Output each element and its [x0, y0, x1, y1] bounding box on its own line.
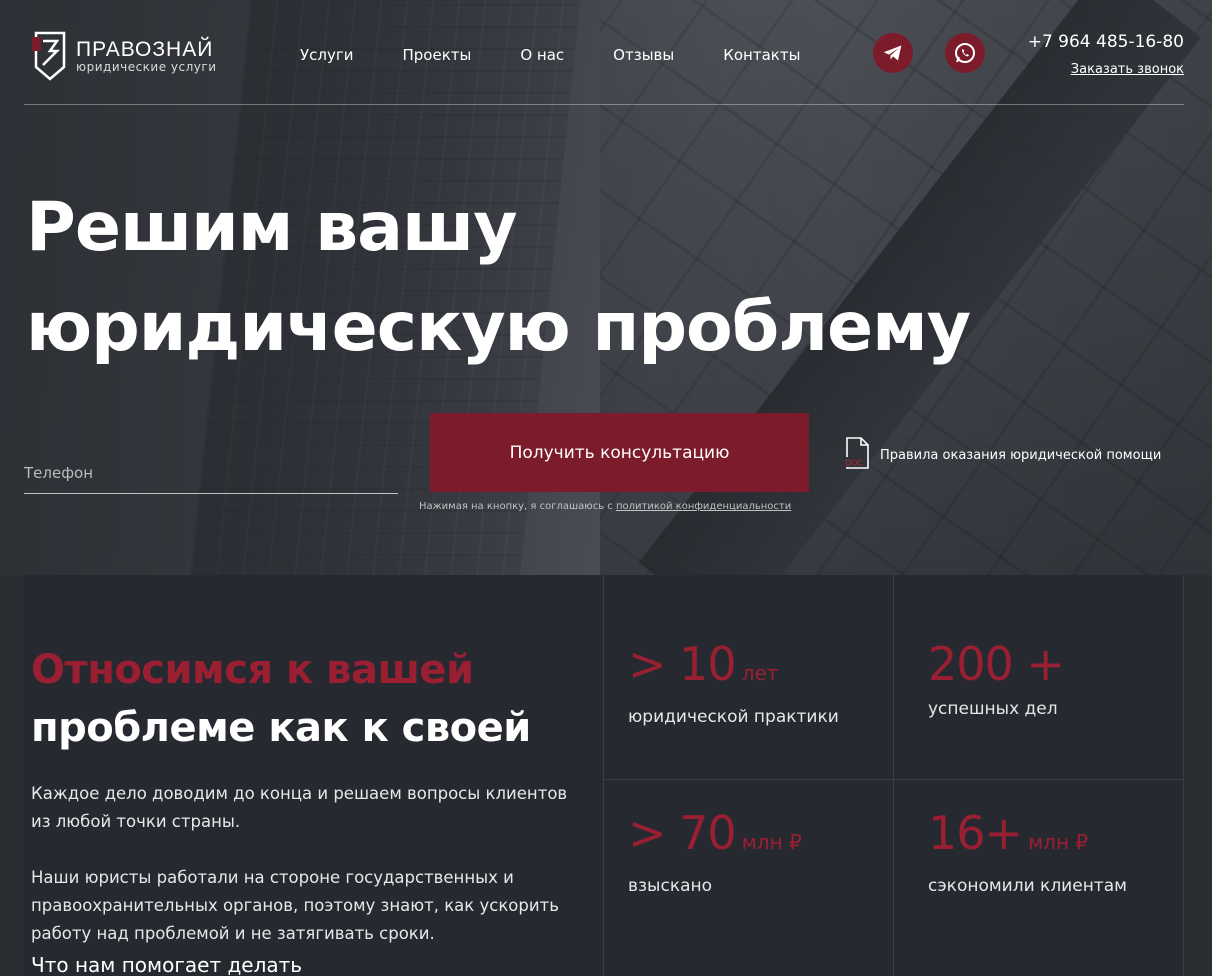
whatsapp-icon: [955, 43, 975, 63]
consent-text: Нажимая на кнопку, я соглашаюсь с: [419, 501, 613, 512]
stat-label: юридической практики: [628, 707, 839, 727]
get-consultation-button[interactable]: Получить консультацию: [430, 413, 809, 492]
privacy-policy-link[interactable]: политикой конфиденциальности: [616, 501, 791, 512]
stat-label: сэкономили клиентам: [928, 876, 1127, 896]
stat-value-row: 200 +: [928, 637, 1065, 691]
document-icon: DOC: [844, 437, 869, 469]
stat-recovered: > 70 млн ₽ взыскано: [628, 808, 802, 896]
callback-link[interactable]: Заказать звонок: [1071, 62, 1184, 77]
about-title-red: Относимся к вашей: [31, 647, 474, 693]
header-divider: [24, 104, 1184, 105]
stat-value-row: > 10 лет: [628, 639, 839, 689]
brand-logo[interactable]: ПРАВОЗНАЙ юридические услуги: [30, 29, 217, 83]
stat-saved: 16+ млн ₽ сэкономили клиентам: [928, 808, 1127, 896]
telegram-button[interactable]: [873, 33, 913, 73]
stat-unit: млн ₽: [741, 830, 802, 854]
nav-item-about[interactable]: О нас: [520, 46, 564, 64]
phone-number[interactable]: +7 964 485-16-80: [1028, 32, 1184, 52]
nav-item-services[interactable]: Услуги: [300, 46, 353, 64]
brand-name: ПРАВОЗНАЙ: [76, 37, 214, 61]
about-paragraph-2: Наши юристы работали на стороне государс…: [31, 868, 559, 943]
nav-item-contacts[interactable]: Контакты: [723, 46, 800, 64]
hero-title-line2: юридическую проблему: [26, 288, 971, 367]
stat-value: > 70: [628, 806, 737, 860]
about-more-heading: Что нам помогает делать: [31, 953, 303, 976]
hero-title: Решим вашу юридическую проблему: [26, 178, 1026, 378]
stat-value: 200 +: [928, 637, 1065, 691]
about-section: Относимся к вашей проблеме как к своей К…: [24, 575, 1184, 976]
hero-section: ПРАВОЗНАЙ юридические услуги Услуги Прое…: [0, 0, 1212, 575]
hero-title-line1: Решим вашу: [26, 188, 518, 267]
stat-label: успешных дел: [928, 699, 1058, 719]
nav-item-reviews[interactable]: Отзывы: [613, 46, 674, 64]
stat-unit: лет: [741, 661, 779, 685]
stats-divider: [603, 575, 604, 976]
stats-divider: [603, 779, 1184, 780]
main-nav: Услуги Проекты О нас Отзывы Контакты: [300, 46, 849, 64]
stat-value-row: 16+ млн ₽: [928, 808, 1127, 858]
stat-unit: млн ₽: [1028, 830, 1089, 854]
stat-value: 16+: [928, 806, 1023, 860]
whatsapp-button[interactable]: [945, 33, 985, 73]
about-paragraph-1: Каждое дело доводим до конца и решаем во…: [31, 784, 568, 831]
stat-years: > 10 лет юридической практики: [628, 639, 839, 727]
stat-value: > 10: [628, 637, 737, 691]
stat-cases: 200 + успешных дел: [928, 637, 1065, 719]
stats-divider: [1183, 575, 1184, 976]
consent-note: Нажимая на кнопку, я соглашаюсь с полити…: [419, 501, 791, 512]
about-title: Относимся к вашей проблеме как к своей: [31, 641, 531, 757]
rules-label: Правила оказания юридической помощи: [880, 447, 1162, 463]
rules-link[interactable]: DOC Правила оказания юридической помощи: [844, 437, 1161, 471]
about-title-white: проблеме как к своей: [31, 705, 531, 751]
stat-value-row: > 70 млн ₽: [628, 808, 802, 858]
phone-input[interactable]: [24, 452, 398, 494]
logo-text: ПРАВОЗНАЙ юридические услуги: [76, 37, 217, 74]
stat-label: взыскано: [628, 876, 713, 896]
nav-item-projects[interactable]: Проекты: [402, 46, 471, 64]
telegram-icon: [883, 45, 902, 61]
stats-divider: [893, 575, 894, 976]
logo-mark-icon: [32, 31, 66, 81]
doc-badge: DOC: [845, 459, 863, 468]
brand-subtitle: юридические услуги: [76, 59, 217, 74]
